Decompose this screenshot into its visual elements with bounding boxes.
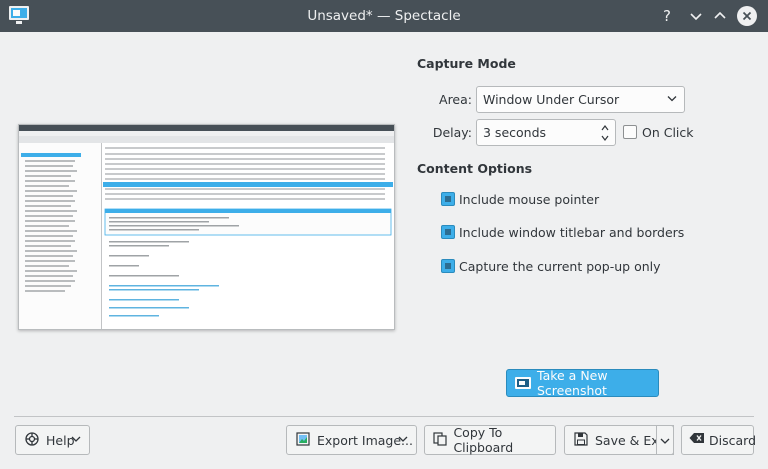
copy-to-clipboard-label: Copy To Clipboard [453, 425, 514, 455]
save-icon [573, 432, 589, 448]
chevron-down-icon [71, 435, 81, 446]
take-new-screenshot-label: Take a New Screenshot [537, 368, 608, 398]
export-image-button[interactable]: Export Image... [286, 425, 417, 455]
delay-value: 3 seconds [483, 125, 547, 140]
screenshot-thumbnail-image [19, 125, 394, 329]
include-titlebar-checkbox[interactable] [441, 225, 455, 239]
take-new-screenshot-button[interactable]: Take a New Screenshot [506, 368, 659, 398]
copy-icon [433, 432, 447, 448]
screenshot-preview[interactable] [18, 124, 395, 330]
spin-arrows-icon[interactable] [600, 123, 610, 143]
close-icon[interactable] [737, 6, 757, 26]
lifebuoy-icon [24, 432, 40, 448]
minimize-icon[interactable] [686, 6, 706, 26]
image-icon [295, 432, 311, 448]
capture-mode-heading: Capture Mode [417, 56, 516, 71]
copy-to-clipboard-button[interactable]: Copy To Clipboard [424, 425, 556, 455]
include-titlebar-label[interactable]: Include window titlebar and borders [459, 225, 684, 240]
include-mouse-pointer-checkbox[interactable] [441, 192, 455, 206]
camera-icon [515, 376, 531, 390]
content-options-heading: Content Options [417, 161, 533, 176]
discard-icon [689, 432, 705, 448]
window-titlebar[interactable]: Unsaved* — Spectacle ? [0, 0, 768, 32]
footer-divider [14, 416, 754, 417]
chevron-down-icon [667, 94, 677, 105]
delay-label: Delay: [432, 125, 472, 140]
capture-popup-checkbox[interactable] [441, 259, 455, 273]
help-icon[interactable]: ? [657, 6, 677, 26]
on-click-checkbox[interactable] [623, 125, 637, 139]
chevron-down-icon [398, 435, 408, 446]
maximize-icon[interactable] [710, 6, 730, 26]
chevron-down-icon [660, 433, 670, 448]
on-click-label[interactable]: On Click [642, 125, 694, 140]
discard-button[interactable]: Discard [681, 425, 756, 455]
area-label: Area: [439, 92, 472, 107]
discard-label: Discard [709, 432, 756, 448]
save-exit-dropdown-button[interactable] [656, 425, 674, 455]
help-button[interactable]: Help [15, 425, 90, 455]
capture-popup-label[interactable]: Capture the current pop-up only [459, 259, 661, 274]
window-title: Unsaved* — Spectacle [307, 8, 461, 24]
delay-spinbox[interactable]: 3 seconds [476, 119, 616, 146]
include-mouse-pointer-label[interactable]: Include mouse pointer [459, 192, 599, 207]
area-combobox[interactable]: Window Under Cursor [476, 86, 685, 113]
area-value: Window Under Cursor [483, 92, 620, 107]
